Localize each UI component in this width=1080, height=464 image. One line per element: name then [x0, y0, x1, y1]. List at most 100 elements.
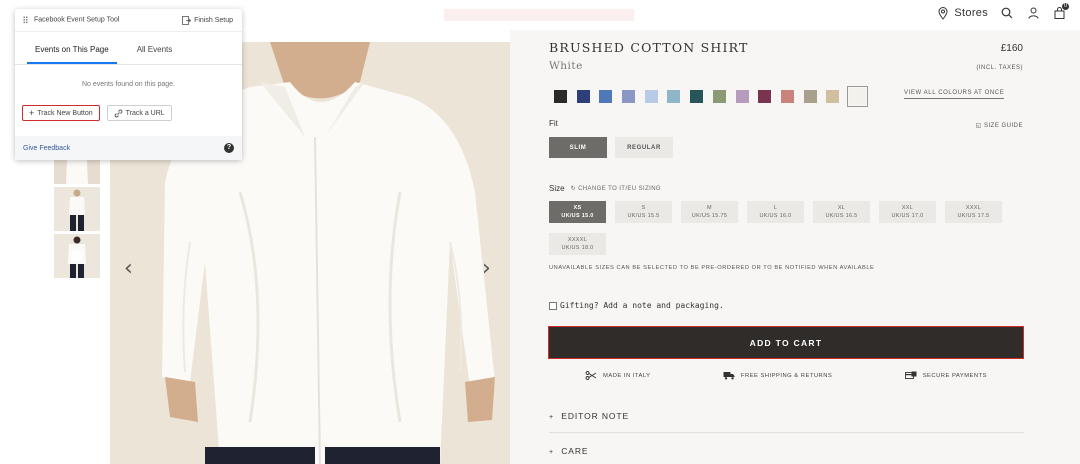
truck-icon — [723, 372, 735, 380]
colour-swatches — [554, 86, 868, 107]
promo-banner[interactable] — [444, 9, 634, 21]
gifting-label: Gifting? Add a note and packaging. — [560, 301, 724, 310]
tax-note: (INCL. TAXES) — [976, 65, 1023, 71]
size-code: XXL — [901, 205, 914, 211]
gallery-next-arrow[interactable]: › — [482, 256, 491, 281]
colour-swatch[interactable] — [758, 90, 772, 103]
feature-list: MADE IN ITALY FREE SHIPPING & RETURNS SE… — [548, 371, 1024, 380]
fit-slim-button[interactable]: SLIM — [549, 137, 607, 158]
drag-handle-icon[interactable] — [23, 16, 28, 24]
feature-secure-payments: SECURE PAYMENTS — [904, 371, 987, 380]
colour-swatch[interactable] — [780, 90, 794, 103]
accordion-care[interactable]: + CARE — [549, 446, 1024, 456]
finish-setup-button[interactable]: Finish Setup — [182, 15, 233, 25]
colour-swatch[interactable] — [667, 90, 681, 103]
colour-swatch[interactable] — [599, 90, 613, 103]
video-play-icon — [71, 250, 83, 262]
colour-swatch[interactable] — [735, 90, 749, 103]
track-url-button[interactable]: Track a URL — [106, 105, 172, 121]
size-code: XXXXL — [567, 237, 588, 243]
fb-panel-footer: Give Feedback ? — [15, 136, 242, 160]
expand-plus-icon: + — [549, 414, 554, 421]
fb-panel-header[interactable]: Facebook Event Setup Tool Finish Setup — [15, 9, 242, 32]
view-all-colours-link[interactable]: VIEW ALL COLOURS AT ONCE — [904, 90, 1005, 99]
colour-swatch[interactable] — [826, 90, 840, 103]
help-icon[interactable]: ? — [224, 143, 234, 153]
size-header: Size ↻ CHANGE TO IT/EU SIZING — [549, 184, 661, 193]
feature-made-in-italy: MADE IN ITALY — [585, 371, 651, 380]
track-url-label: Track a URL — [125, 109, 165, 117]
size-uk: UK/US 17.5 — [957, 213, 990, 219]
unavailable-sizes-note: UNAVAILABLE SIZES CAN BE SELECTED TO BE … — [549, 265, 875, 271]
change-sizing-link[interactable]: ↻ CHANGE TO IT/EU SIZING — [571, 185, 661, 192]
size-uk: UK/US 15.0 — [561, 213, 594, 219]
size-guide-label: SIZE GUIDE — [983, 123, 1023, 129]
link-icon — [114, 109, 122, 117]
tab-events-on-page[interactable]: Events on This Page — [27, 39, 117, 64]
colour-swatch[interactable] — [554, 90, 567, 103]
track-new-button[interactable]: + Track New Button — [22, 105, 100, 121]
gifting-option[interactable]: Gifting? Add a note and packaging. — [549, 301, 724, 310]
add-to-cart-button[interactable]: ADD TO CART — [548, 326, 1024, 359]
location-pin-icon — [936, 6, 950, 20]
size-option-xxxl[interactable]: XXXL UK/US 17.5 — [945, 201, 1002, 223]
gallery-prev-arrow[interactable]: ‹ — [124, 256, 133, 281]
scissors-icon — [585, 371, 597, 380]
fit-regular-button[interactable]: REGULAR — [615, 137, 673, 158]
finish-setup-label: Finish Setup — [194, 16, 233, 24]
gifting-checkbox[interactable] — [549, 301, 557, 310]
size-uk: UK/US 16.0 — [759, 213, 792, 219]
search-icon[interactable] — [1000, 6, 1014, 20]
size-option-s[interactable]: S UK/US 15.5 — [615, 201, 672, 223]
product-title: BRUSHED COTTON SHIRT — [549, 40, 749, 55]
colour-swatch[interactable] — [622, 90, 636, 103]
fb-actions: + Track New Button Track a URL — [15, 105, 242, 121]
account-icon[interactable] — [1026, 6, 1040, 20]
fb-tabs: Events on This Page All Events — [15, 39, 242, 65]
thumbnail-2[interactable] — [54, 187, 100, 231]
size-code: S — [641, 205, 646, 211]
header-nav: Stores 0 — [936, 3, 1069, 20]
size-option-xxxxl[interactable]: XXXXL UK/US 18.0 — [549, 233, 606, 255]
size-uk: UK/US 15.75 — [691, 213, 728, 219]
size-option-m[interactable]: M UK/US 15.75 — [681, 201, 738, 223]
change-sizing-label: CHANGE TO IT/EU SIZING — [578, 186, 661, 192]
size-uk: UK/US 18.0 — [561, 245, 594, 251]
colour-swatch[interactable] — [644, 90, 658, 103]
accordion-label: CARE — [561, 446, 589, 456]
colour-swatch[interactable] — [712, 90, 726, 103]
cart-count-badge: 0 — [1062, 3, 1069, 10]
feature-label: FREE SHIPPING & RETURNS — [740, 372, 833, 379]
colour-swatch[interactable] — [803, 90, 817, 103]
fb-panel-title-wrap: Facebook Event Setup Tool — [23, 16, 120, 24]
thumbnail-3[interactable] — [54, 234, 100, 278]
feature-free-shipping: FREE SHIPPING & RETURNS — [723, 371, 832, 380]
stores-link[interactable]: Stores — [936, 6, 988, 20]
size-code: L — [773, 205, 778, 211]
divider — [549, 432, 1024, 433]
colour-swatch[interactable] — [690, 90, 704, 103]
size-option-xs[interactable]: XS UK/US 15.0 — [549, 201, 606, 223]
tab-all-events[interactable]: All Events — [129, 39, 181, 64]
size-label: Size — [549, 184, 565, 193]
size-uk: UK/US 15.5 — [627, 213, 660, 219]
fit-label: Fit — [549, 119, 558, 128]
accordion-editor-note[interactable]: + EDITOR NOTE — [549, 411, 1024, 421]
colour-swatch[interactable] — [846, 86, 868, 107]
cart-icon[interactable]: 0 — [1052, 3, 1069, 20]
size-guide-link[interactable]: ◱ SIZE GUIDE — [976, 122, 1023, 129]
swap-icon: ↻ — [570, 186, 576, 192]
size-option-l[interactable]: L UK/US 16.0 — [747, 201, 804, 223]
size-option-xxl[interactable]: XXL UK/US 17.0 — [879, 201, 936, 223]
give-feedback-link[interactable]: Give Feedback — [23, 145, 70, 152]
size-code: XL — [837, 205, 846, 211]
feature-label: SECURE PAYMENTS — [922, 372, 987, 379]
fb-panel-title: Facebook Event Setup Tool — [33, 16, 120, 24]
size-option-xl[interactable]: XL UK/US 16.5 — [813, 201, 870, 223]
selected-colour-name: White — [549, 60, 583, 72]
product-price: £160 — [1000, 43, 1023, 54]
size-uk: UK/US 17.0 — [891, 213, 924, 219]
exit-icon — [182, 15, 192, 25]
colour-swatch[interactable] — [576, 90, 590, 103]
thumbnail-list — [54, 140, 100, 281]
